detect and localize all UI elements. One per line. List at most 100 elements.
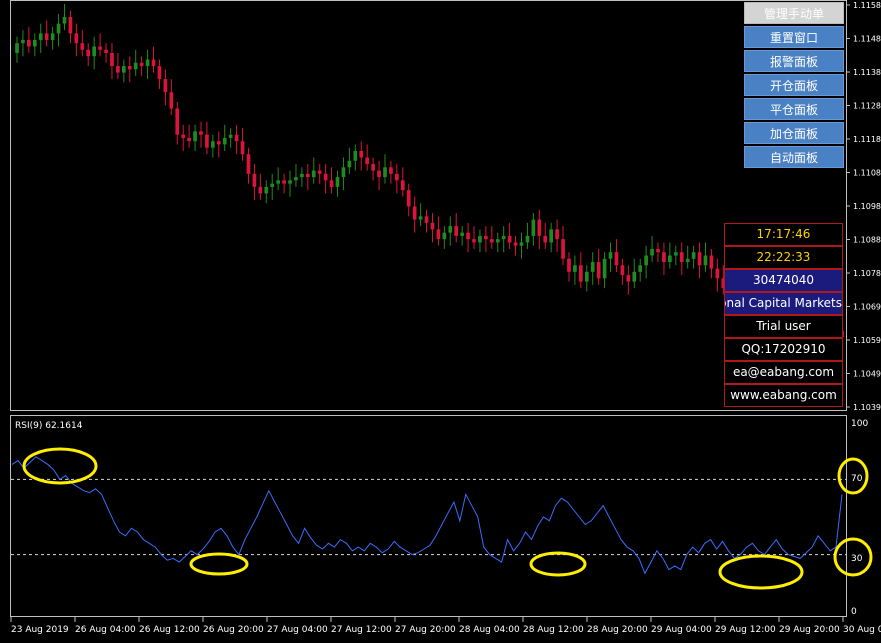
candle-body xyxy=(222,137,227,145)
candle-body xyxy=(626,275,631,282)
rsi-level-70: 70 xyxy=(851,474,863,484)
candle-body xyxy=(199,131,203,135)
candle-body xyxy=(691,252,696,259)
candle-body xyxy=(139,62,144,67)
candle-body xyxy=(228,134,233,138)
price-tick-label: 1.1128 xyxy=(853,102,881,111)
candle-body xyxy=(460,232,464,236)
candle-body xyxy=(288,180,292,184)
add-position-panel-button[interactable]: 加仓面板 xyxy=(744,122,844,144)
candle-body xyxy=(15,43,19,53)
candle-body xyxy=(418,216,423,220)
time-tick-label: 27 Aug 04:00 xyxy=(267,625,328,635)
candle-body xyxy=(573,265,577,272)
manage-manual-orders-button[interactable]: 管理手动单 xyxy=(744,2,844,24)
candle-body xyxy=(116,66,120,73)
time-tick-label: 29 Aug 20:00 xyxy=(779,625,840,635)
candle-body xyxy=(656,248,660,253)
candle-body xyxy=(709,255,714,269)
candle-body xyxy=(632,271,637,282)
candle-body xyxy=(614,252,619,266)
reset-window-button[interactable]: 重置窗口 xyxy=(744,26,844,48)
candle-body xyxy=(163,79,168,93)
candle-body xyxy=(86,49,91,57)
candle-body xyxy=(412,206,417,220)
local-time: 17:17:46 xyxy=(724,223,843,246)
candle-body xyxy=(389,167,393,174)
candle-body xyxy=(531,219,536,236)
candle-body xyxy=(98,46,102,50)
price-tick-label: 1.1059 xyxy=(853,336,881,345)
alarm-panel-button[interactable]: 报警面板 xyxy=(744,50,844,72)
candle-body xyxy=(662,252,666,263)
close-position-panel-button[interactable]: 平仓面板 xyxy=(744,98,844,120)
candle-body xyxy=(543,235,548,243)
candle-body xyxy=(365,157,370,165)
candle-body xyxy=(644,255,648,266)
candle-body xyxy=(276,180,280,184)
candle-body xyxy=(21,39,25,44)
qq-contact: QQ:17202910 xyxy=(724,338,843,361)
candle-body xyxy=(62,17,67,24)
price-tick-label: 1.1108 xyxy=(853,169,881,178)
email-contact[interactable]: ea@eabang.com xyxy=(724,361,843,384)
website-link[interactable]: www.eabang.com xyxy=(724,384,843,407)
candle-body xyxy=(27,39,31,47)
candle-body xyxy=(650,248,654,256)
candle-body xyxy=(216,141,221,145)
candle-body xyxy=(383,167,387,178)
time-tick-label: 28 Aug 12:00 xyxy=(523,625,584,635)
candle-body xyxy=(282,180,286,184)
candle-body xyxy=(353,150,358,161)
candle-body xyxy=(377,170,381,178)
candle-body xyxy=(513,242,518,246)
candle-body xyxy=(323,173,328,181)
candle-body xyxy=(472,239,476,243)
candle-body xyxy=(341,167,346,178)
candle-body xyxy=(68,17,73,34)
candle-body xyxy=(32,39,37,47)
candle-body xyxy=(104,49,108,53)
candle-body xyxy=(442,232,447,240)
rsi-label: RSI(9) 62.1614 xyxy=(15,421,83,431)
candle-body xyxy=(679,252,684,263)
candle-body xyxy=(169,92,174,109)
candle-body xyxy=(258,186,263,194)
open-position-panel-button[interactable]: 开仓面板 xyxy=(744,74,844,96)
candle-body xyxy=(400,180,405,191)
candle-body xyxy=(703,255,708,266)
candle-body xyxy=(395,173,399,181)
candle-body xyxy=(80,43,85,50)
candle-body xyxy=(519,242,524,246)
time-tick-label: 29 Aug 12:00 xyxy=(715,625,776,635)
candle-body xyxy=(590,262,595,272)
candle-body xyxy=(525,235,530,243)
time-tick-label: 26 Aug 04:00 xyxy=(75,625,136,635)
candle-body xyxy=(127,66,132,70)
candle-body xyxy=(430,222,435,230)
candle-body xyxy=(359,150,364,158)
account-number: 30474040 xyxy=(724,269,843,292)
candle-body xyxy=(317,170,322,174)
candle-body xyxy=(240,141,245,155)
candle-body xyxy=(555,229,559,240)
candle-body xyxy=(715,268,720,279)
auto-panel-button[interactable]: 自动面板 xyxy=(744,146,844,168)
candle-body xyxy=(579,265,583,282)
candle-body xyxy=(264,186,269,194)
license-status: Trial user xyxy=(724,315,843,338)
price-tick-label: 1.1098 xyxy=(853,202,881,211)
candle-body xyxy=(151,59,156,67)
time-tick-label: 23 Aug 2019 xyxy=(11,625,69,635)
candle-body xyxy=(145,59,150,67)
candle-body xyxy=(300,173,304,178)
time-tick-label: 26 Aug 20:00 xyxy=(203,625,264,635)
candle-body xyxy=(436,229,441,240)
candle-body xyxy=(466,232,470,240)
candle-body xyxy=(596,262,601,279)
price-tick-label: 1.1088 xyxy=(853,236,881,245)
candle-body xyxy=(478,235,482,243)
candle-body xyxy=(234,134,239,142)
price-tick-label: 1.1069 xyxy=(853,303,881,312)
candle-body xyxy=(608,252,613,259)
